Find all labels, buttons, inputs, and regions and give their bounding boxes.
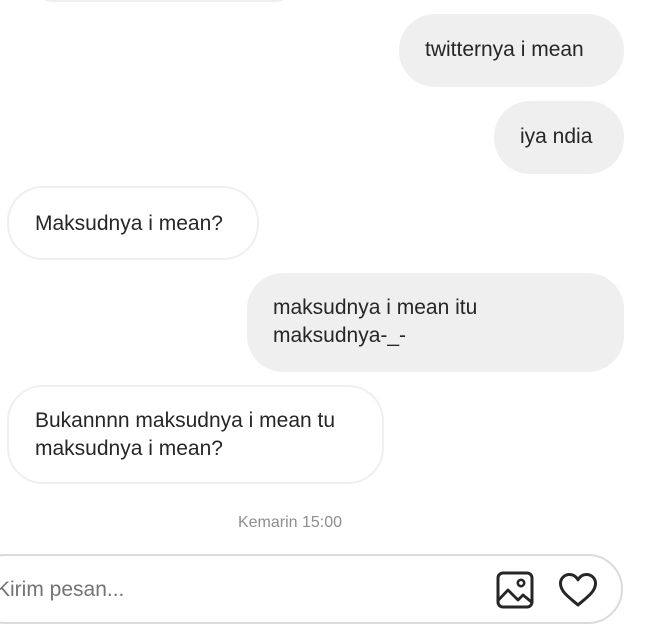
message-text: twitternya i mean bbox=[425, 38, 584, 61]
message-bubble-received[interactable]: Maksudnya i mean? bbox=[7, 186, 259, 260]
send-image-button[interactable] bbox=[495, 570, 535, 610]
message-text-line: maksudnya i mean itu bbox=[273, 296, 478, 319]
message-text-line: Bukannnn maksudnya i mean tu bbox=[35, 409, 336, 432]
message-text-line: maksudnya-_- bbox=[273, 324, 407, 347]
message-composer bbox=[0, 554, 623, 624]
message-bubble-sent[interactable]: iya ndia bbox=[494, 101, 624, 174]
message-timestamp: Kemarin 15:00 bbox=[237, 514, 343, 528]
message-text-line: maksudnya i mean? bbox=[35, 437, 223, 460]
message-bubble-sent[interactable]: twitternya i mean bbox=[399, 14, 624, 87]
message-input[interactable] bbox=[0, 576, 436, 604]
message-bubble-sent[interactable]: maksudnya i mean itu maksudnya-_- bbox=[247, 273, 624, 372]
message-text: Maksudnya i mean? bbox=[35, 212, 223, 235]
like-button[interactable] bbox=[558, 570, 598, 610]
chat-screen: twitternya i mean iya ndia Maksudnya i m… bbox=[0, 0, 646, 629]
message-bubble-received[interactable]: Bukannnn maksudnya i mean tu maksudnya i… bbox=[7, 385, 384, 484]
message-text: iya ndia bbox=[520, 125, 593, 148]
heart-icon bbox=[559, 573, 597, 607]
previous-message-bubble bbox=[36, 0, 292, 2]
image-icon bbox=[496, 571, 534, 609]
